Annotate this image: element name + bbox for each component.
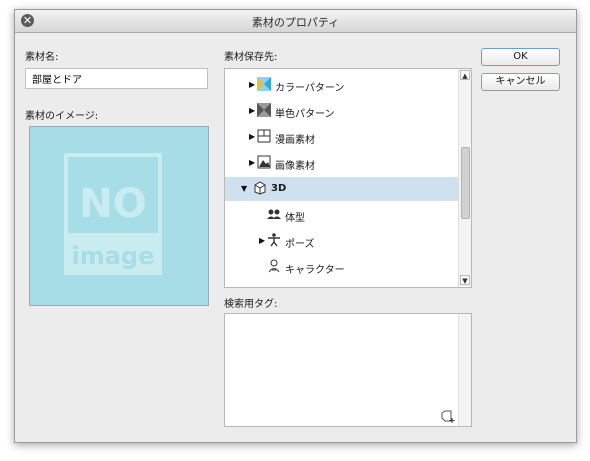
character-icon <box>267 259 281 273</box>
pose-icon <box>267 233 281 247</box>
tree-item-label: 単色パターン <box>275 109 335 120</box>
tree-item-image[interactable]: ▶ 画像素材 <box>225 151 460 175</box>
tree-item-label: 体型 <box>285 213 305 224</box>
no-text: NO <box>79 181 146 227</box>
image-icon <box>257 155 271 169</box>
tree-item-character[interactable]: キャラクター <box>225 255 460 279</box>
tree-item-mono-pattern[interactable]: ▶ 単色パターン <box>225 99 460 123</box>
add-tag-icon[interactable] <box>441 410 457 427</box>
expand-arrow-icon[interactable]: ▶ <box>249 132 255 141</box>
expand-arrow-icon[interactable]: ▶ <box>259 236 265 245</box>
tree-item-pose[interactable]: ▶ ポーズ <box>225 229 460 253</box>
manga-icon <box>257 129 271 143</box>
window-title: 素材のプロパティ <box>251 16 340 29</box>
tree-scrollbar[interactable]: ▲ ▼ <box>458 69 471 287</box>
save-location-tree[interactable]: ▶ カラーパターン ▶ 単色パターン ▶ 漫画素材 ▶ 画像素材 ▼ 3D 体型… <box>224 68 472 288</box>
expand-arrow-icon[interactable]: ▶ <box>249 106 255 115</box>
tree-item-label: カラーパターン <box>275 83 345 94</box>
no-image-placeholder: NO image <box>29 126 209 306</box>
material-name-label: 素材名: <box>25 52 59 63</box>
expand-arrow-icon[interactable]: ▶ <box>249 80 255 89</box>
tags-scrollbar[interactable] <box>458 314 471 426</box>
tree-item-3d[interactable]: ▼ 3D <box>225 177 460 201</box>
properties-dialog: ✕ 素材のプロパティ 素材名: 素材のイメージ: NO image 素材保存先:… <box>14 9 577 443</box>
scroll-up-icon[interactable]: ▲ <box>460 70 470 80</box>
expand-arrow-icon[interactable]: ▶ <box>249 158 255 167</box>
tree-item-label: 漫画素材 <box>275 135 315 146</box>
color-pattern-icon <box>257 77 271 91</box>
tree-item-label: 画像素材 <box>275 161 315 172</box>
cancel-button[interactable]: キャンセル <box>481 73 560 91</box>
tree-item-label: 3D <box>271 183 287 194</box>
mono-pattern-icon <box>257 103 271 117</box>
tree-item-label: キャラクター <box>285 265 345 276</box>
material-name-input[interactable] <box>25 68 208 89</box>
image-text: image <box>72 242 155 270</box>
cube-icon <box>253 181 267 195</box>
people-icon <box>267 207 281 221</box>
tree-item-body-type[interactable]: 体型 <box>225 203 460 227</box>
tree-item-label: ポーズ <box>285 239 315 250</box>
scroll-down-icon[interactable]: ▼ <box>460 275 470 285</box>
scroll-thumb[interactable] <box>461 147 470 219</box>
material-image-label: 素材のイメージ: <box>25 111 99 122</box>
tree-item-manga[interactable]: ▶ 漫画素材 <box>225 125 460 149</box>
ok-button[interactable]: OK <box>481 48 560 66</box>
title-bar: ✕ 素材のプロパティ <box>15 10 576 33</box>
collapse-arrow-icon[interactable]: ▼ <box>241 184 247 193</box>
save-location-label: 素材保存先: <box>224 52 278 63</box>
tree-item-color-pattern[interactable]: ▶ カラーパターン <box>225 73 460 97</box>
search-tags-field[interactable] <box>224 313 472 427</box>
search-tags-label: 検索用タグ: <box>224 299 278 310</box>
